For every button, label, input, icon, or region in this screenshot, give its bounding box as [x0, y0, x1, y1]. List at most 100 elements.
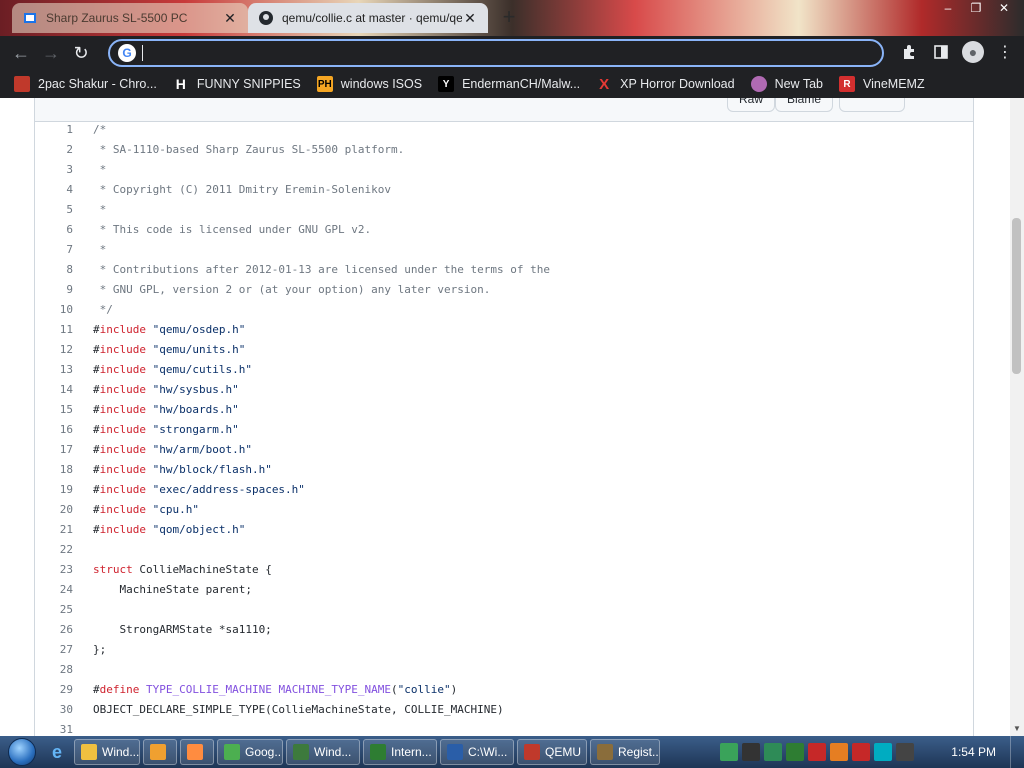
- line-number[interactable]: 27: [35, 640, 73, 660]
- tray-icon[interactable]: [742, 743, 760, 761]
- taskbar-button[interactable]: [180, 739, 214, 765]
- show-desktop-button[interactable]: [1010, 736, 1024, 768]
- code-token: ): [450, 683, 458, 696]
- tab-collie-c[interactable]: qemu/collie.c at master · qemu/qemu ✕: [248, 3, 488, 33]
- tray-icon[interactable]: [764, 743, 782, 761]
- scrollbar-thumb[interactable]: [1012, 218, 1021, 374]
- extensions-icon[interactable]: [896, 38, 922, 66]
- line-number[interactable]: 28: [35, 660, 73, 680]
- tray-icon[interactable]: [808, 743, 826, 761]
- line-number[interactable]: 21: [35, 520, 73, 540]
- code-line: 24 MachineState parent;: [35, 580, 973, 600]
- app-icon: [150, 744, 166, 760]
- internet-explorer-icon[interactable]: e: [44, 739, 70, 765]
- line-number[interactable]: 23: [35, 560, 73, 580]
- tray-icon[interactable]: [830, 743, 848, 761]
- taskbar-button[interactable]: C:\Wi...: [440, 739, 514, 765]
- bookmark-endermanch[interactable]: Y EndermanCH/Malw...: [438, 76, 580, 92]
- code-text: */: [93, 300, 113, 320]
- new-tab-button[interactable]: +: [496, 6, 522, 30]
- line-number[interactable]: 11: [35, 320, 73, 340]
- blame-button[interactable]: Blame: [775, 98, 833, 112]
- bookmark-xp-horror[interactable]: X XP Horror Download: [596, 76, 734, 93]
- line-number[interactable]: 2: [35, 140, 73, 160]
- line-number[interactable]: 6: [35, 220, 73, 240]
- taskbar-button[interactable]: [143, 739, 177, 765]
- menu-kebab-icon[interactable]: ⋮: [992, 38, 1018, 66]
- bookmark-vinememz[interactable]: R VineMEMZ: [839, 76, 925, 92]
- minimize-button[interactable]: –: [934, 0, 962, 18]
- code-token: include: [99, 323, 146, 336]
- app-icon: [597, 744, 613, 760]
- scroll-down-arrow-icon[interactable]: ▼: [1012, 724, 1022, 733]
- taskbar-button[interactable]: Regist...: [590, 739, 660, 765]
- taskbar-button[interactable]: Intern...: [363, 739, 437, 765]
- line-number[interactable]: 29: [35, 680, 73, 700]
- taskbar-button[interactable]: QEMU: [517, 739, 587, 765]
- taskbar-button[interactable]: Wind...: [74, 739, 140, 765]
- close-tab-icon[interactable]: ✕: [222, 10, 238, 26]
- line-number[interactable]: 13: [35, 360, 73, 380]
- line-number[interactable]: 17: [35, 440, 73, 460]
- close-tab-icon[interactable]: ✕: [462, 10, 478, 26]
- line-number[interactable]: 20: [35, 500, 73, 520]
- line-number[interactable]: 3: [35, 160, 73, 180]
- line-number[interactable]: 12: [35, 340, 73, 360]
- line-number[interactable]: 10: [35, 300, 73, 320]
- line-number[interactable]: 26: [35, 620, 73, 640]
- maximize-button[interactable]: ❐: [962, 0, 990, 18]
- line-number[interactable]: 4: [35, 180, 73, 200]
- close-window-button[interactable]: ✕: [990, 0, 1018, 18]
- code-token: "qemu/units.h": [145, 343, 246, 356]
- text-cursor: [142, 45, 143, 61]
- bookmark-windows-isos[interactable]: PH windows ISOS: [316, 76, 423, 92]
- tray-icon[interactable]: [852, 743, 870, 761]
- tray-icon[interactable]: [896, 743, 914, 761]
- raw-button[interactable]: Raw: [727, 98, 775, 112]
- tray-icon[interactable]: [720, 743, 738, 761]
- taskbar-button[interactable]: Goog...: [217, 739, 283, 765]
- forward-button[interactable]: →: [36, 38, 66, 68]
- bookmark-2pac[interactable]: 2pac Shakur - Chro...: [14, 76, 157, 92]
- line-number[interactable]: 14: [35, 380, 73, 400]
- tab-sharp-zaurus[interactable]: Sharp Zaurus SL-5500 PC ✕: [12, 3, 248, 33]
- address-bar[interactable]: G: [108, 39, 884, 67]
- code-token: "qemu/osdep.h": [145, 323, 246, 336]
- tab-strip: Sharp Zaurus SL-5500 PC ✕ qemu/collie.c …: [0, 0, 1024, 36]
- reading-list-icon[interactable]: [928, 38, 954, 66]
- line-number[interactable]: 5: [35, 200, 73, 220]
- line-number[interactable]: 7: [35, 240, 73, 260]
- bookmark-label: New Tab: [774, 77, 823, 91]
- line-number[interactable]: 30: [35, 700, 73, 720]
- line-number[interactable]: 8: [35, 260, 73, 280]
- reload-button[interactable]: ↻: [66, 38, 96, 68]
- line-number[interactable]: 19: [35, 480, 73, 500]
- taskbar-button[interactable]: Wind...: [286, 739, 360, 765]
- scrollbar[interactable]: [1010, 98, 1024, 736]
- taskbar-button-label: Regist...: [618, 745, 660, 759]
- line-number[interactable]: 18: [35, 460, 73, 480]
- code-token: include: [99, 423, 146, 436]
- back-button[interactable]: ←: [6, 38, 36, 68]
- line-number[interactable]: 15: [35, 400, 73, 420]
- bookmark-new-tab[interactable]: New Tab: [750, 76, 823, 92]
- address-input[interactable]: [151, 45, 851, 61]
- code-line: 18 #include "hw/block/flash.h": [35, 460, 973, 480]
- code-token: (: [391, 683, 398, 696]
- bookmark-label: windows ISOS: [340, 77, 423, 91]
- bookmark-funny-snippies[interactable]: H FUNNY SNIPPIES: [173, 76, 301, 92]
- copy-button-group[interactable]: [839, 98, 905, 112]
- tray-icon[interactable]: [786, 743, 804, 761]
- start-button[interactable]: [0, 736, 44, 768]
- code-token: "hw/boards.h": [145, 403, 239, 416]
- line-number[interactable]: 31: [35, 720, 73, 736]
- line-number[interactable]: 9: [35, 280, 73, 300]
- tray-icon[interactable]: [874, 743, 892, 761]
- clock[interactable]: 1:54 PM: [951, 736, 996, 768]
- line-number[interactable]: 16: [35, 420, 73, 440]
- profile-avatar-icon[interactable]: ●: [962, 41, 984, 63]
- line-number[interactable]: 25: [35, 600, 73, 620]
- line-number[interactable]: 22: [35, 540, 73, 560]
- line-number[interactable]: 24: [35, 580, 73, 600]
- line-number[interactable]: 1: [35, 120, 73, 140]
